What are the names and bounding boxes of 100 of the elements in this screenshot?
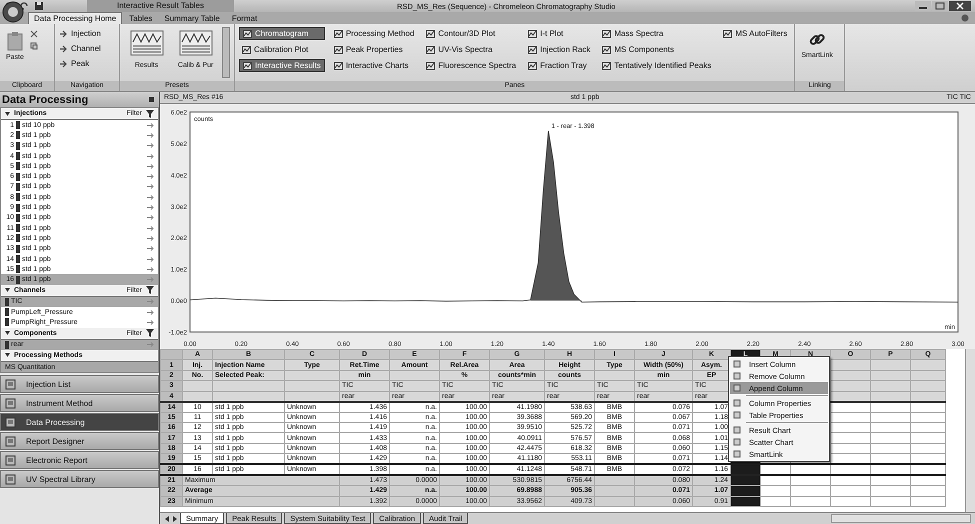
pane-button[interactable]: Interactive Charts — [330, 59, 418, 72]
navigation-pane-button[interactable]: Data Processing — [0, 413, 159, 432]
vial-icon — [5, 340, 9, 349]
navigation-button[interactable]: Injection — [59, 27, 115, 40]
filter-icon[interactable] — [146, 329, 154, 338]
navigation-button[interactable]: Peak — [59, 57, 115, 70]
arrow-icon — [147, 226, 154, 231]
arrow-icon — [147, 266, 154, 272]
copy-icon[interactable] — [30, 42, 38, 50]
filter-icon[interactable] — [146, 110, 154, 118]
arrow-icon — [147, 299, 154, 304]
pane-button[interactable]: UV-Vis Spectra — [423, 43, 520, 56]
arrow-icon — [147, 174, 154, 180]
close-icon[interactable] — [949, 1, 971, 11]
redo-icon[interactable] — [19, 1, 29, 11]
document-icon — [5, 436, 16, 447]
ribbon-tab[interactable]: Tables — [124, 12, 158, 24]
arrow-icon — [147, 122, 154, 128]
document-icon — [5, 378, 16, 390]
pane-icon — [243, 62, 252, 70]
arrow-icon — [147, 205, 154, 210]
arrow-icon — [59, 30, 68, 38]
pane-button[interactable]: Processing Method — [330, 27, 418, 40]
navigation-pane-button[interactable]: Injection List — [0, 375, 159, 394]
navigation-button[interactable]: Channel — [59, 42, 115, 55]
pane-icon — [602, 30, 612, 38]
pane-icon — [334, 62, 343, 70]
arrow-icon — [147, 320, 154, 325]
pane-icon — [334, 46, 343, 54]
pane-button[interactable]: Chromatogram — [239, 27, 325, 40]
layout-icon — [130, 30, 164, 56]
pane-icon — [528, 46, 538, 54]
document-icon — [5, 398, 16, 409]
navigation-pane-button[interactable]: Report Designer — [0, 432, 159, 450]
save-icon[interactable] — [34, 1, 44, 11]
arrow-icon — [147, 310, 154, 315]
ribbon-tab[interactable]: Format — [226, 12, 262, 24]
arrow-icon — [147, 215, 154, 220]
minimize-icon[interactable] — [915, 1, 931, 11]
pane-icon — [426, 46, 436, 54]
navigation-pane-button[interactable]: Electronic Report — [0, 451, 159, 470]
pane-button[interactable]: Mass Spectra — [599, 27, 714, 40]
pane-button[interactable]: Tentatively Identified Peaks — [599, 59, 714, 72]
arrow-icon — [147, 184, 154, 190]
pane-icon — [602, 46, 612, 54]
panel-title: Data Processing — [2, 94, 88, 106]
pane-icon — [242, 46, 251, 54]
document-icon — [5, 416, 16, 428]
arrow-icon — [147, 342, 154, 348]
arrow-icon — [147, 164, 154, 169]
pane-button[interactable]: Contour/3D Plot — [423, 27, 520, 40]
maximize-icon[interactable] — [932, 1, 948, 11]
pane-button[interactable]: MS Components — [599, 43, 714, 56]
corner-cell[interactable] — [160, 350, 182, 360]
previous-sheet-icon[interactable] — [164, 516, 170, 522]
pane-button[interactable]: Peak Properties — [330, 43, 418, 56]
collapse-icon[interactable] — [5, 112, 10, 116]
layout-icon — [178, 30, 213, 56]
arrow-icon — [147, 154, 154, 159]
pane-button[interactable]: Interactive Results — [239, 59, 325, 72]
pane-icon — [528, 62, 538, 70]
pane-icon — [723, 30, 732, 38]
contextual-tab-title: Interactive Result Tables — [87, 0, 234, 12]
help-icon[interactable] — [961, 14, 969, 22]
collapse-icon[interactable] — [5, 331, 10, 336]
pane-button[interactable]: Calibration Plot — [239, 43, 325, 56]
pane-button[interactable]: Injection Rack — [525, 43, 594, 56]
pane-icon — [426, 30, 436, 38]
arrow-icon — [59, 44, 68, 52]
clipboard-icon — [6, 31, 23, 51]
arrow-icon — [147, 256, 154, 262]
pane-button[interactable]: Fraction Tray — [525, 59, 594, 72]
document-icon — [5, 474, 16, 485]
collapse-icon[interactable] — [5, 353, 10, 358]
scissors-icon[interactable] — [30, 30, 38, 38]
arrow-icon — [147, 143, 154, 148]
arrow-icon — [147, 132, 154, 138]
ribbon-tab[interactable]: Data Processing Home — [28, 12, 122, 24]
filter-icon[interactable] — [146, 286, 154, 294]
pane-icon — [528, 30, 538, 38]
pane-icon — [334, 30, 343, 38]
navigation-pane-button[interactable]: Instrument Method — [0, 394, 159, 412]
ribbon-tab[interactable]: Summary Table — [159, 12, 225, 24]
pane-icon — [426, 62, 436, 70]
document-icon — [5, 454, 16, 466]
collapse-icon[interactable] — [5, 288, 10, 292]
arrow-icon — [147, 246, 154, 252]
pane-button[interactable]: I-t Plot — [525, 27, 594, 40]
pane-button[interactable]: Fluorescence Spectra — [423, 59, 520, 72]
scrollbar[interactable] — [831, 514, 971, 523]
arrow-icon — [147, 236, 154, 241]
next-sheet-icon[interactable] — [172, 516, 178, 522]
pane-button[interactable]: MS AutoFilters — [720, 27, 790, 40]
navigation-pane-button[interactable]: UV Spectral Library — [0, 470, 159, 488]
pane-icon — [602, 62, 612, 70]
arrow-icon — [147, 277, 154, 282]
arrow-icon — [147, 194, 154, 200]
pane-icon — [243, 30, 252, 38]
arrow-icon — [59, 60, 68, 68]
scrollbar[interactable] — [965, 349, 975, 512]
